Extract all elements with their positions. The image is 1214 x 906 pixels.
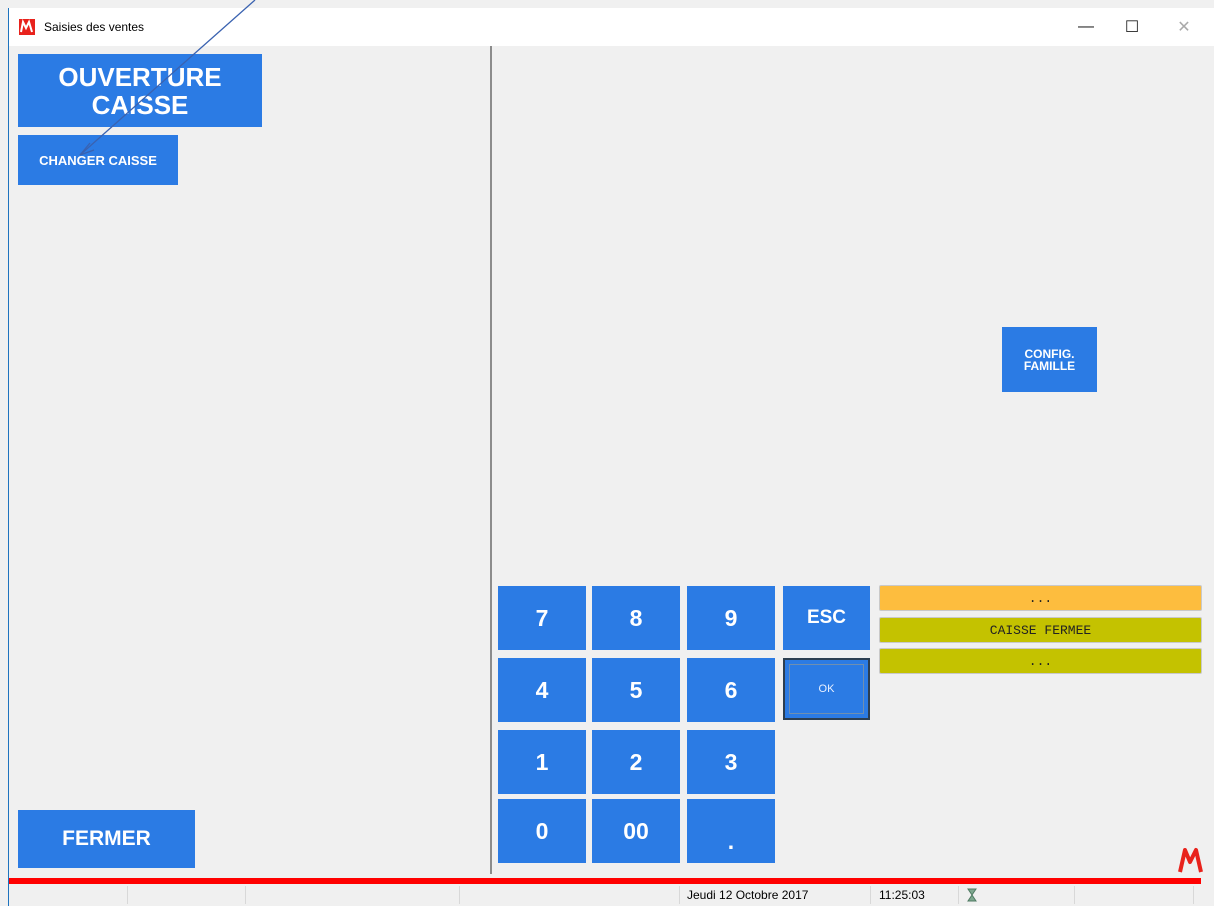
close-button[interactable]: ✕ [1161,8,1207,46]
key-0[interactable]: 0 [498,799,586,863]
footer-status-strip: Jeudi 12 Octobre 2017 11:25:03 [9,884,1214,906]
minimize-button[interactable]: — [1063,8,1109,46]
panel-divider[interactable] [490,46,492,874]
footer-cell [9,886,128,904]
hourglass-icon [967,888,977,902]
brand-logo-icon [1178,848,1203,873]
changer-caisse-button[interactable]: CHANGER CAISSE [18,135,178,185]
footer-cell [1077,886,1194,904]
app-logo-icon [19,19,35,35]
title-bar: Saisies des ventes — ☐ ✕ [9,8,1214,46]
ouverture-label-line1: OUVERTURE [58,61,222,92]
key-6[interactable]: 6 [687,658,775,722]
config-famille-button[interactable]: CONFIG. FAMILLE [1002,327,1097,392]
maximize-icon: ☐ [1124,19,1140,36]
maximize-button[interactable]: ☐ [1109,8,1155,46]
fermer-button[interactable]: FERMER [18,810,195,868]
ouverture-caisse-button[interactable]: OUVERTURE CAISSE [18,54,262,127]
ok-focus-border [789,664,864,714]
key-7[interactable]: 7 [498,586,586,650]
key-3[interactable]: 3 [687,730,775,794]
close-icon: ✕ [1177,19,1191,36]
main-window: Saisies des ventes — ☐ ✕ OUVERTURE CAISS… [8,8,1214,906]
key-8[interactable]: 8 [592,586,680,650]
footer-cell [461,886,680,904]
key-5[interactable]: 5 [592,658,680,722]
config-label-line1: CONFIG. [1024,346,1075,361]
key-esc[interactable]: ESC [783,586,870,650]
footer-time: 11:25:03 [873,886,959,904]
minimize-icon: — [1078,18,1094,35]
key-4[interactable]: 4 [498,658,586,722]
key-dot[interactable]: . [687,799,775,863]
footer-icon-cell [961,886,1075,904]
status-bar-bottom: ... [879,648,1202,674]
status-bar-top: ... [879,585,1202,611]
footer-cell [129,886,246,904]
key-ok[interactable]: OK [783,658,870,720]
key-00[interactable]: 00 [592,799,680,863]
status-bar-caisse: CAISSE FERMEE [879,617,1202,643]
window-title: Saisies des ventes [44,20,145,34]
config-label-line2: FAMILLE [1023,358,1076,373]
ouverture-label-line2: CAISSE [91,89,189,120]
key-1[interactable]: 1 [498,730,586,794]
footer-cell [247,886,460,904]
key-2[interactable]: 2 [592,730,680,794]
key-9[interactable]: 9 [687,586,775,650]
footer-date: Jeudi 12 Octobre 2017 [681,886,871,904]
